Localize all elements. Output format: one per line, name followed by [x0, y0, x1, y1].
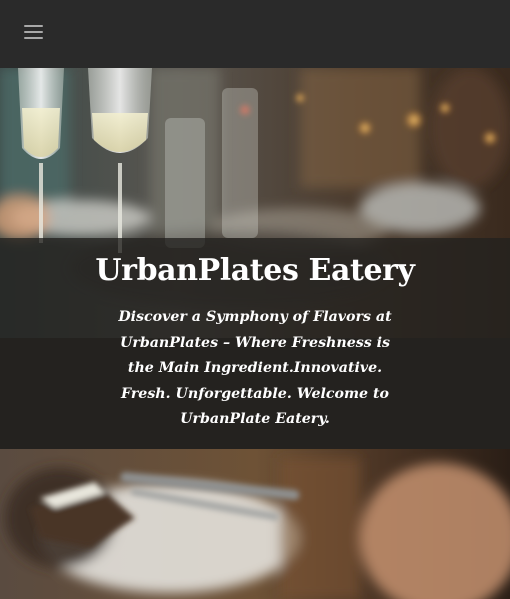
hamburger-menu-icon[interactable]	[22, 21, 46, 43]
top-navbar	[0, 0, 510, 68]
hero-title: UrbanPlates Eatery	[95, 253, 415, 288]
hero-tagline: Discover a Symphony of Flavors at UrbanP…	[118, 309, 392, 427]
hero-banner: UrbanPlates Eatery Discover a Symphony o…	[0, 68, 510, 599]
